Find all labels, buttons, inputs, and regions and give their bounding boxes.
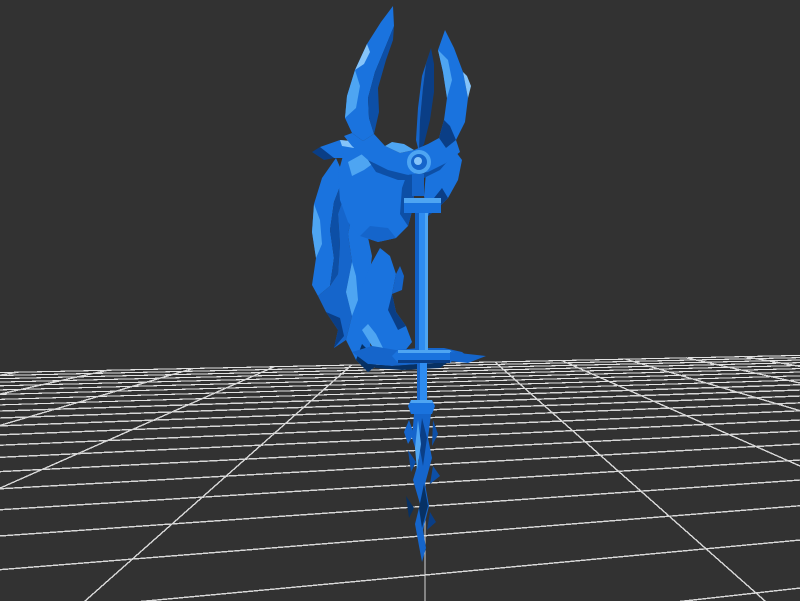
model-facet-lower-shaft-edge bbox=[417, 363, 420, 400]
model-facet-guard-main bbox=[404, 203, 441, 213]
model-facet-collar-light bbox=[398, 350, 452, 353]
viewport-background bbox=[0, 0, 800, 601]
viewer-canvas[interactable] bbox=[0, 0, 800, 601]
model-facet-shaft-right-edge bbox=[425, 213, 428, 350]
model-facet-collar-dark bbox=[398, 360, 450, 363]
model-facet-shaft-left-edge bbox=[415, 213, 419, 350]
model-facet-knob-light bbox=[410, 400, 433, 403]
model-hub-dot bbox=[414, 157, 422, 165]
scene-svg bbox=[0, 0, 800, 601]
model-facet-staff-neck bbox=[412, 174, 424, 196]
model-facet-guard-top-light bbox=[404, 198, 441, 203]
